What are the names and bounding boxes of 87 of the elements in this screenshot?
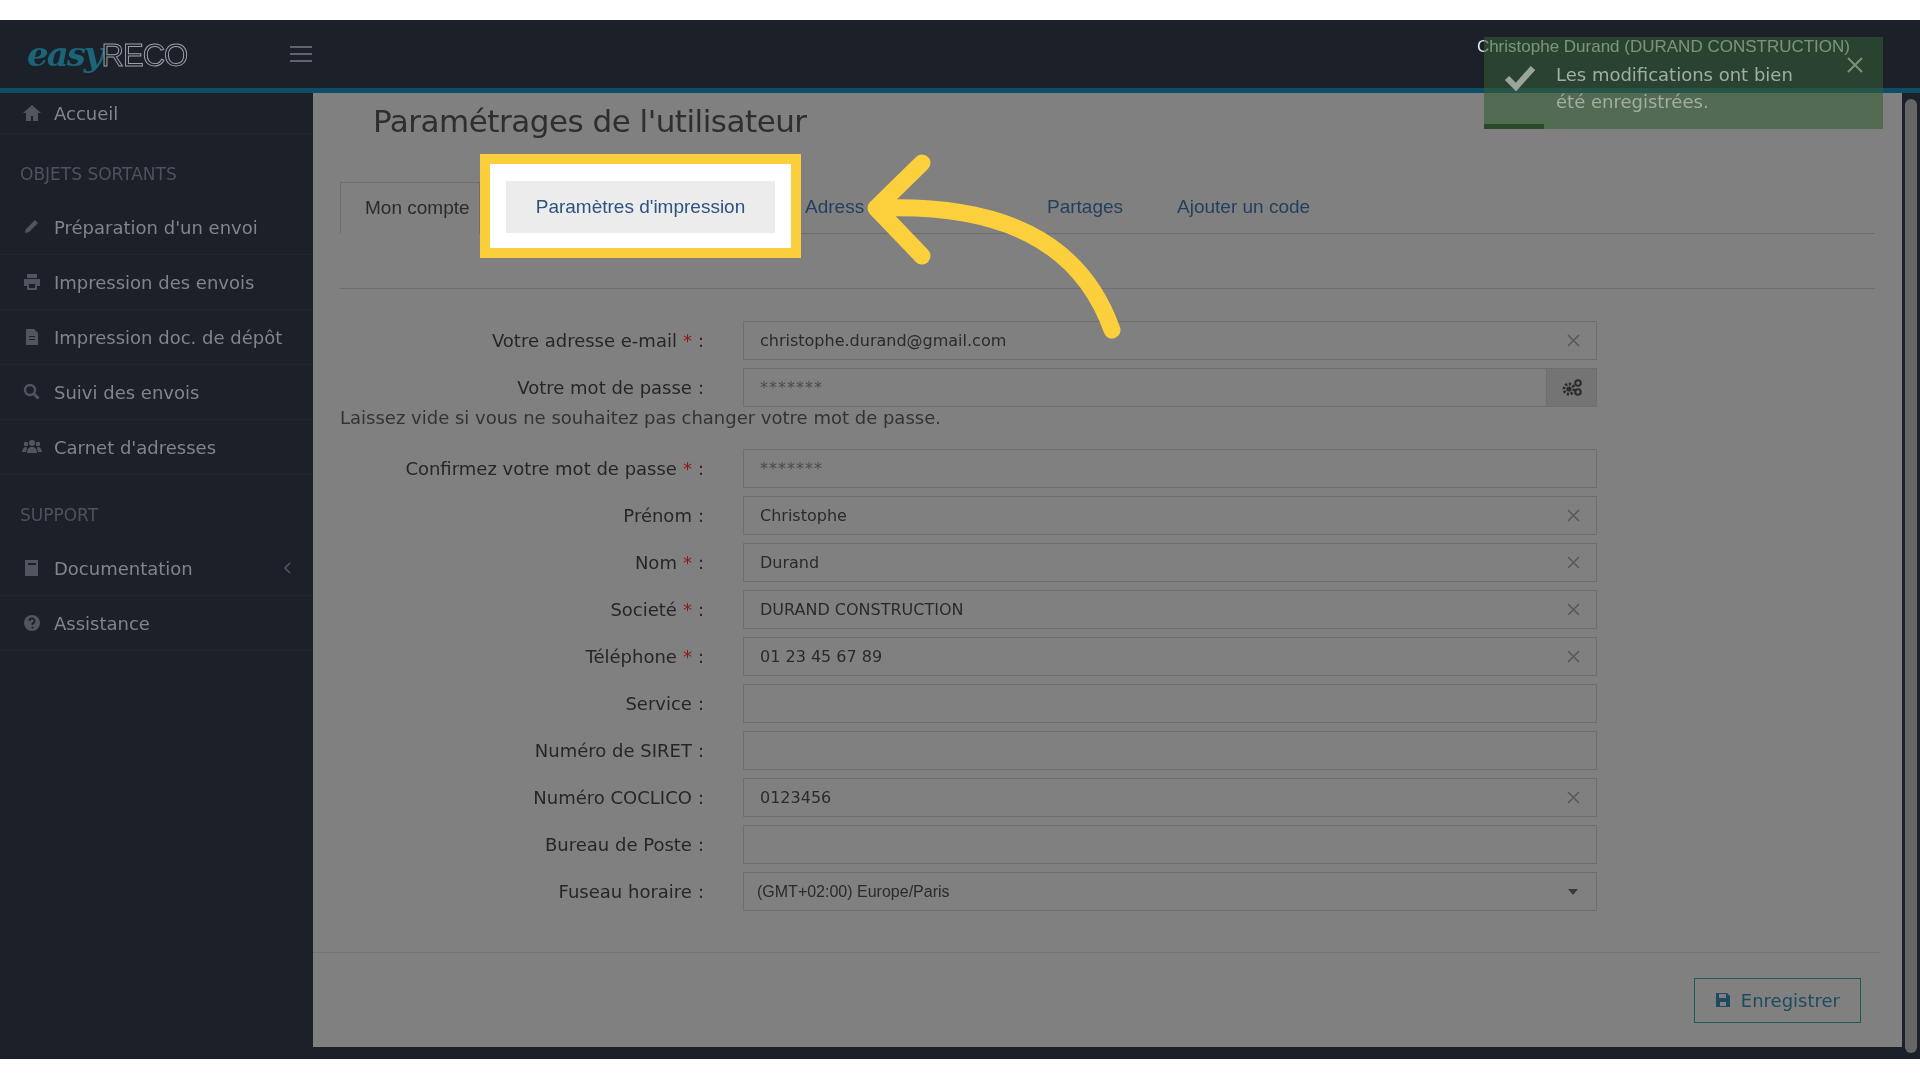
field-value: DURAND CONSTRUCTION [760,600,965,619]
generate-password-button[interactable] [1547,368,1597,407]
label-colon: : [697,740,704,761]
page-title: Paramétrages de l'utilisateur [373,103,807,141]
tab[interactable]: Mon compte [340,182,480,234]
clear-icon[interactable] [1567,509,1580,522]
field-value: ******* [760,459,824,478]
field-label: Service [625,693,692,714]
field-label: Nom [634,552,677,573]
input-field[interactable]: ******* [743,368,1547,407]
clear-icon[interactable] [1567,650,1580,663]
sidebar-item-label: Suivi des envois [54,381,201,403]
label-colon: : [697,599,704,620]
sidebar-item-label: Impression des envois [54,271,256,293]
printer-icon [22,273,42,291]
label-colon: : [697,505,704,526]
field-label: Fuseau horaire [558,881,692,902]
menu-icon[interactable] [290,46,313,62]
field-label: Confirmez votre mot de passe [405,458,677,479]
clear-icon[interactable] [1567,791,1580,804]
help-text: Laissez vide si vous ne souhaitez pas changer votre mot de passe. [340,407,941,430]
label-colon: : [697,458,704,479]
gears-icon [1560,378,1583,397]
timezone-select[interactable]: (GMT+02:00) Europe/Paris [743,872,1597,911]
logo[interactable]: easyRECO [27,34,188,74]
label-colon: : [697,377,704,398]
field-label: Téléphone [585,646,677,667]
sidebar-item-label: Carnet d'adresses [54,436,218,458]
field-value: 01 23 45 67 89 [760,647,884,666]
sidebar-item-label: Documentation [54,557,194,579]
field-label: Votre adresse e-mail [491,330,677,351]
home-icon [22,104,42,122]
input-field[interactable]: ******* [743,449,1597,488]
caret-icon [1568,888,1578,895]
label-colon: : [697,834,704,855]
label-colon: : [697,881,704,902]
sidebar-item[interactable]: Impression doc. de dépôt [0,310,313,365]
field-value: 0123456 [760,788,833,807]
sidebar-item-label: Préparation d'un envoi [54,216,259,238]
clear-icon[interactable] [1567,556,1580,569]
close-icon[interactable] [1847,57,1863,73]
field-label: Societé [610,599,677,620]
sidebar-item[interactable]: Assistance [0,596,313,651]
tab[interactable]: Partages [1020,181,1151,233]
input-field[interactable]: christophe.durand@gmail.com [743,321,1597,360]
search-icon [22,383,42,401]
label-colon: : [697,693,704,714]
field-value: christophe.durand@gmail.com [760,331,1008,350]
input-field[interactable]: Christophe [743,496,1597,535]
field-label: Votre mot de passe [517,377,692,398]
required-asterisk: * [682,552,692,573]
sidebar-item-label: Accueil [54,102,120,124]
label-colon: : [697,552,704,573]
required-asterisk: * [682,458,692,479]
sidebar-item[interactable]: Accueil [0,93,313,134]
required-asterisk: * [682,646,692,667]
help-icon [22,614,42,632]
input-field[interactable]: 01 23 45 67 89 [743,637,1597,676]
field-value: Durand [760,553,821,572]
field-label: Numéro COCLICO [533,787,692,808]
user-menu[interactable]: Christophe Durand (DURAND CONSTRUCTION) [1476,37,1850,57]
tab[interactable]: Adress [801,181,1020,233]
label-colon: : [697,646,704,667]
field-label: Numéro de SIRET [534,740,692,761]
required-asterisk: * [682,330,692,351]
sidebar-item[interactable]: Documentation [0,541,313,596]
toast-message: Les modifications ont bien été enregistrées. [1556,63,1794,114]
input-field[interactable]: 0123456 [743,778,1597,817]
field-label: Prénom [623,505,692,526]
sidebar-item-label: Impression doc. de dépôt [54,326,284,348]
field-label: Bureau de Poste [544,834,692,855]
select-value: (GMT+02:00) Europe/Paris [756,882,951,901]
tab[interactable]: Ajouter un code [1150,181,1338,233]
input-field[interactable]: Durand [743,543,1597,582]
label-colon: : [697,787,704,808]
clear-icon[interactable] [1567,334,1580,347]
clear-icon[interactable] [1567,603,1580,616]
sidebar-item-label: Assistance [54,612,151,634]
field-value: ******* [760,378,824,397]
label-colon: : [697,330,704,351]
users-icon [22,438,42,456]
checkmark-icon [1504,65,1536,91]
field-value: Christophe [760,506,848,525]
required-asterisk: * [682,599,692,620]
save-button[interactable]: Enregistrer [1693,977,1861,1023]
input-field[interactable]: DURAND CONSTRUCTION [743,590,1597,629]
tab[interactable]: Paramètres d'impression [506,181,775,233]
